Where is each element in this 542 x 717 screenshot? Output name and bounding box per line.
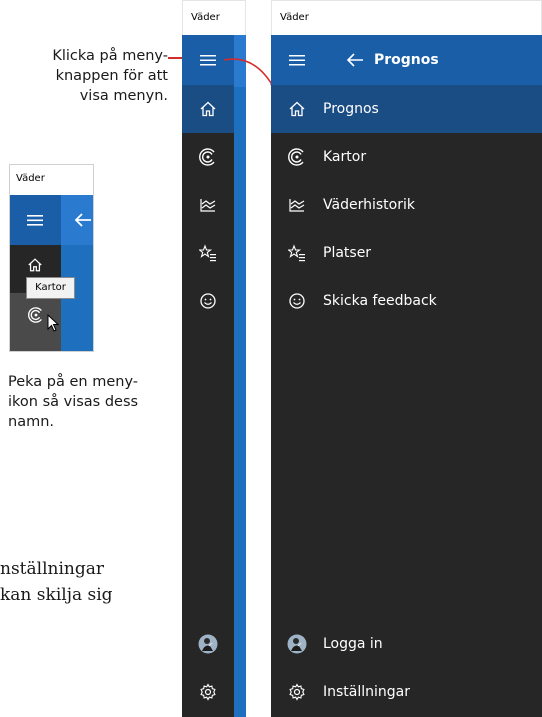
history-icon xyxy=(289,199,305,212)
callout-line: visa menyn. xyxy=(79,88,168,104)
expanded-app-window: Väder Prognos Prognos Kartor Väderhistor… xyxy=(271,0,542,717)
content-strip xyxy=(234,35,246,717)
hamburger-button[interactable] xyxy=(271,36,323,84)
menu-item-prognos[interactable]: Prognos xyxy=(271,85,542,133)
hamburger-icon xyxy=(27,215,43,226)
maps-icon xyxy=(28,307,42,323)
hamburger-icon xyxy=(289,55,305,66)
menu-item-logga-in[interactable]: Logga in xyxy=(271,620,542,668)
feedback-icon xyxy=(289,293,305,309)
home-icon xyxy=(28,258,42,272)
menu-item-label: Skicka feedback xyxy=(323,293,437,309)
nav-account[interactable] xyxy=(182,620,234,668)
callout-line: Klicka på meny- xyxy=(52,48,168,64)
back-arrow-icon[interactable] xyxy=(345,50,365,70)
avatar xyxy=(287,634,307,654)
callout-line: knappen för att xyxy=(55,68,168,84)
maps-icon xyxy=(199,148,215,166)
menu-item-kartor[interactable]: Kartor xyxy=(271,133,542,181)
callout-line: namn. xyxy=(8,414,54,430)
tooltip: Kartor xyxy=(26,277,75,299)
back-arrow-icon xyxy=(74,213,91,227)
callout-line: ikon så visas dess xyxy=(8,394,139,410)
nav-feedback[interactable] xyxy=(182,277,234,325)
nav-places[interactable] xyxy=(182,229,234,277)
menu-item-label: Kartor xyxy=(323,149,367,165)
nav-history[interactable] xyxy=(182,181,234,229)
window-title: Väder xyxy=(182,0,246,35)
body-text-line: kan skilja sig xyxy=(0,585,113,605)
menu-item-label: Logga in xyxy=(323,636,383,652)
menu-item-platser[interactable]: Platser xyxy=(271,229,542,277)
menu-item-skicka-feedback[interactable]: Skicka feedback xyxy=(271,277,542,325)
settings-icon xyxy=(289,683,305,701)
nav-settings[interactable] xyxy=(182,668,234,716)
places-icon xyxy=(288,244,305,262)
menu-item-vaderhistorik[interactable]: Väderhistorik xyxy=(271,181,542,229)
hover-callout: Peka på en meny- ikon så visas dess namn… xyxy=(8,372,178,432)
menu-item-label: Prognos xyxy=(323,101,379,117)
home-icon xyxy=(289,101,305,117)
avatar xyxy=(198,634,218,654)
header-title: Prognos xyxy=(374,52,439,68)
body-text: nställningar kan skilja sig xyxy=(0,556,113,608)
menu-item-label: Väderhistorik xyxy=(323,197,415,213)
feedback-icon xyxy=(200,293,216,309)
menu-button-callout: Klicka på meny- knappen för att visa men… xyxy=(40,46,168,106)
menu-item-label: Platser xyxy=(323,245,372,261)
menu-item-label: Inställningar xyxy=(323,684,411,700)
settings-icon xyxy=(200,683,216,701)
history-icon xyxy=(200,199,216,212)
mouse-cursor-icon xyxy=(47,314,60,332)
window-title: Väder xyxy=(271,0,542,35)
inset-screenshot: Väder Kartor xyxy=(9,164,94,352)
inset-window-title: Väder xyxy=(10,165,93,195)
menu-item-installningar[interactable]: Inställningar xyxy=(271,668,542,716)
callout-line: Peka på en meny- xyxy=(8,374,138,390)
places-icon xyxy=(199,244,216,262)
maps-icon xyxy=(288,148,304,166)
nav-maps[interactable] xyxy=(182,133,234,181)
body-text-line: nställningar xyxy=(0,559,104,579)
